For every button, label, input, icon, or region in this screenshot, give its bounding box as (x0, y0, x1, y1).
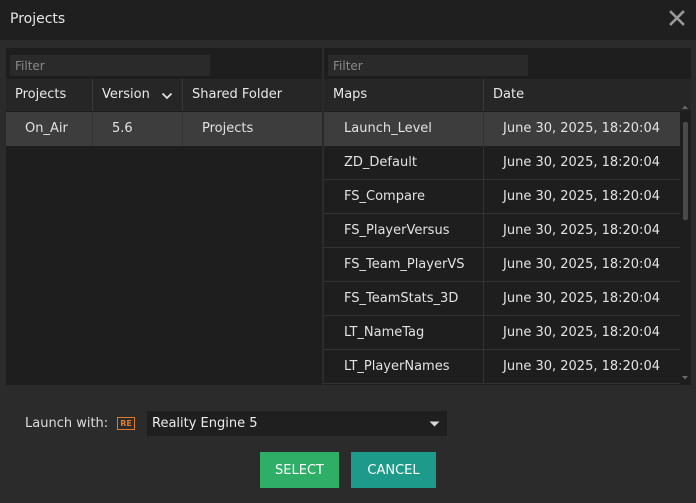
list-item[interactable]: FS_TeamStats_3D June 30, 2025, 18:20:04 (324, 282, 680, 316)
column-header-maps-label: Maps (333, 87, 368, 102)
column-divider (483, 112, 484, 146)
list-item[interactable]: FS_PlayerVersus June 30, 2025, 18:20:04 (324, 214, 680, 248)
scroll-down-icon[interactable] (681, 375, 689, 381)
map-name: LT_PlayerNames (344, 359, 450, 374)
map-name: FS_PlayerVersus (344, 223, 450, 238)
column-divider (182, 112, 183, 146)
map-name: Launch_Level (344, 121, 432, 136)
scrollbar-thumb[interactable] (683, 122, 688, 220)
column-divider (483, 316, 484, 350)
column-header-shared-folder-label: Shared Folder (192, 87, 283, 102)
column-header-date-label: Date (493, 87, 525, 102)
maps-filter-input[interactable] (328, 55, 528, 76)
dropdown-caret-icon (429, 421, 440, 427)
map-date: June 30, 2025, 18:20:04 (503, 155, 660, 170)
column-header-maps[interactable]: Maps (324, 79, 483, 111)
project-version: 5.6 (112, 121, 133, 136)
close-icon (669, 10, 685, 26)
column-divider (483, 350, 484, 384)
map-date: June 30, 2025, 18:20:04 (503, 189, 660, 204)
list-item[interactable]: LT_PlayerNames June 30, 2025, 18:20:04 (324, 350, 680, 384)
column-header-version-label: Version (102, 87, 150, 102)
list-item[interactable]: FS_Compare June 30, 2025, 18:20:04 (324, 180, 680, 214)
column-header-projects[interactable]: Projects (6, 79, 92, 111)
list-item[interactable]: LT_NameTag June 30, 2025, 18:20:04 (324, 316, 680, 350)
column-header-date[interactable]: Date (483, 79, 691, 111)
column-divider (483, 214, 484, 248)
list-item[interactable]: FS_Team_PlayerVS June 30, 2025, 18:20:04 (324, 248, 680, 282)
list-item[interactable]: ZD_Default June 30, 2025, 18:20:04 (324, 146, 680, 180)
reality-engine-badge-icon: RE (117, 417, 135, 430)
map-name: FS_TeamStats_3D (344, 291, 459, 306)
column-header-shared-folder[interactable]: Shared Folder (182, 79, 322, 111)
map-name: LT_NameTag (344, 325, 425, 340)
map-name: ZD_Default (344, 155, 417, 170)
map-date: June 30, 2025, 18:20:04 (503, 223, 660, 238)
maps-panel: Maps Date Launch_Level June 30, 2025, 18… (324, 48, 691, 385)
column-divider (483, 248, 484, 282)
scroll-up-icon[interactable] (681, 104, 689, 110)
column-header-projects-label: Projects (15, 87, 67, 102)
maps-scrollbar[interactable] (681, 100, 689, 380)
map-name: FS_Compare (344, 189, 425, 204)
chevron-down-icon (161, 92, 173, 100)
map-name: FS_Team_PlayerVS (344, 257, 465, 272)
table-row[interactable]: On_Air 5.6 Projects (6, 112, 322, 146)
list-item[interactable]: Launch_Level June 30, 2025, 18:20:04 (324, 112, 680, 146)
title-bar: Projects (0, 0, 696, 40)
column-header-version[interactable]: Version (92, 79, 182, 111)
column-divider (483, 282, 484, 316)
cancel-button[interactable]: CANCEL (351, 452, 436, 488)
engine-select-value: Reality Engine 5 (152, 416, 258, 431)
engine-select[interactable]: Reality Engine 5 (147, 411, 447, 436)
projects-filter-input[interactable] (10, 55, 210, 76)
project-shared-folder: Projects (202, 121, 254, 136)
projects-panel: Projects Version Shared Folder On_Air 5.… (6, 48, 322, 385)
map-date: June 30, 2025, 18:20:04 (503, 359, 660, 374)
map-date: June 30, 2025, 18:20:04 (503, 121, 660, 136)
select-button[interactable]: SELECT (260, 452, 339, 488)
project-name: On_Air (25, 121, 68, 136)
map-date: June 30, 2025, 18:20:04 (503, 325, 660, 340)
column-divider (92, 112, 93, 146)
close-button[interactable] (668, 6, 686, 30)
column-divider (483, 146, 484, 180)
window-title: Projects (10, 11, 66, 27)
launch-with-label: Launch with: (25, 416, 109, 431)
map-date: June 30, 2025, 18:20:04 (503, 257, 660, 272)
map-date: June 30, 2025, 18:20:04 (503, 291, 660, 306)
column-divider (483, 180, 484, 214)
